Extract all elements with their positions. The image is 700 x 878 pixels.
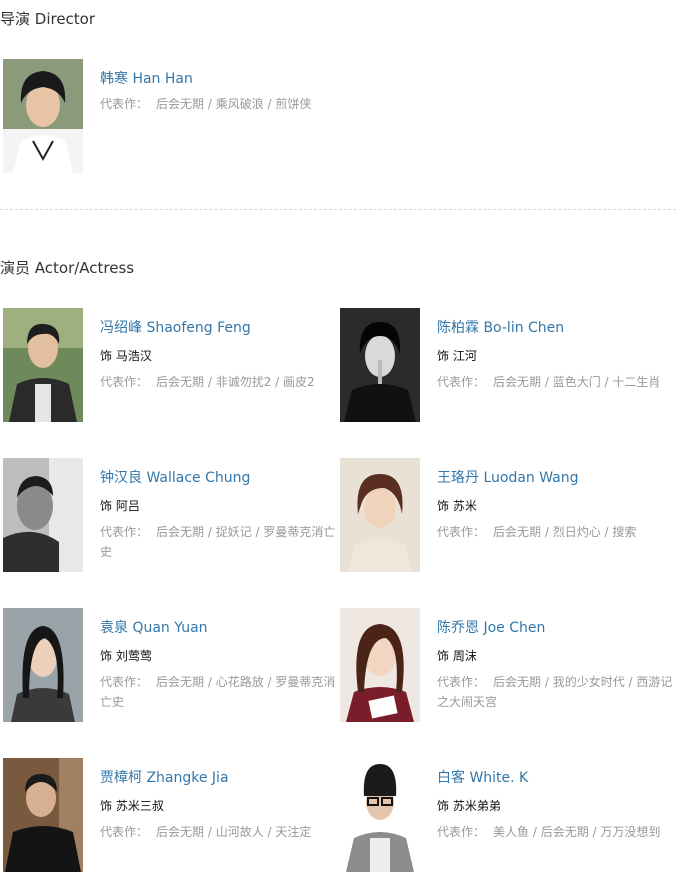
- actor-role: 饰 苏米弟弟: [437, 799, 501, 813]
- actor-card: 贾樟柯 Zhangke Jia 饰 苏米三叔 代表作： 后会无期 / 山河故人 /…: [0, 758, 330, 878]
- actor-avatar[interactable]: [340, 308, 420, 422]
- actor-role: 饰 阿吕: [100, 499, 140, 513]
- works-label: 代表作：: [437, 525, 486, 539]
- actor-avatar[interactable]: [340, 458, 420, 572]
- actor-card: 袁泉 Quan Yuan 饰 刘莺莺 代表作： 后会无期 / 心花路放 / 罗曼蒂…: [0, 608, 335, 728]
- portrait-icon: [3, 59, 83, 173]
- section-divider: [0, 209, 676, 210]
- works-label: 代表作：: [437, 675, 486, 689]
- director-avatar[interactable]: [3, 59, 83, 173]
- works-list: 后会无期 / 乘风破浪 / 煎饼侠: [156, 97, 312, 111]
- actor-card: 钟汉良 Wallace Chung 饰 阿吕 代表作： 后会无期 / 捉妖记 / …: [0, 458, 335, 578]
- works-label: 代表作：: [100, 97, 149, 111]
- portrait-icon: [3, 758, 83, 872]
- actor-name-link[interactable]: 王珞丹 Luodan Wang: [437, 467, 579, 487]
- actor-avatar[interactable]: [340, 608, 420, 722]
- works-label: 代表作：: [100, 675, 149, 689]
- portrait-icon: [340, 308, 420, 422]
- actor-role: 饰 马浩汉: [100, 349, 152, 363]
- actor-role: 饰 刘莺莺: [100, 649, 152, 663]
- actor-section-title: 演员 Actor/Actress: [0, 259, 135, 277]
- director-works: 代表作： 后会无期 / 乘风破浪 / 煎饼侠: [100, 94, 338, 114]
- works-list: 美人鱼 / 后会无期 / 万万没想到: [493, 825, 661, 839]
- actor-name-link[interactable]: 陈柏霖 Bo-lin Chen: [437, 317, 564, 337]
- director-section-title: 导演 Director: [0, 10, 96, 28]
- works-list: 后会无期 / 山河故人 / 天注定: [156, 825, 312, 839]
- portrait-icon: [3, 608, 83, 722]
- actor-works: 代表作： 后会无期 / 我的少女时代 / 西游记之大闹天宫: [437, 672, 675, 712]
- actor-name-link[interactable]: 冯绍峰 Shaofeng Feng: [100, 317, 251, 337]
- actor-card: 王珞丹 Luodan Wang 饰 苏米 代表作： 后会无期 / 烈日灼心 / 搜…: [337, 458, 667, 578]
- actor-works: 代表作： 后会无期 / 非诚勿扰2 / 画皮2: [100, 372, 338, 392]
- actor-works: 代表作： 后会无期 / 烈日灼心 / 搜索: [437, 522, 675, 542]
- portrait-icon: [340, 758, 420, 872]
- actor-name-link[interactable]: 袁泉 Quan Yuan: [100, 617, 208, 637]
- actor-name-link[interactable]: 陈乔恩 Joe Chen: [437, 617, 545, 637]
- actor-works: 代表作： 后会无期 / 蓝色大门 / 十二生肖: [437, 372, 677, 392]
- actor-works: 代表作： 后会无期 / 捉妖记 / 罗曼蒂克消亡史: [100, 522, 338, 562]
- works-label: 代表作：: [437, 375, 486, 389]
- actor-avatar[interactable]: [3, 608, 83, 722]
- works-list: 后会无期 / 蓝色大门 / 十二生肖: [493, 375, 661, 389]
- actor-avatar[interactable]: [3, 758, 83, 872]
- portrait-icon: [340, 458, 420, 572]
- actor-name-link[interactable]: 贾樟柯 Zhangke Jia: [100, 767, 229, 787]
- works-label: 代表作：: [437, 825, 486, 839]
- actor-card: 陈柏霖 Bo-lin Chen 饰 江河 代表作： 后会无期 / 蓝色大门 / 十…: [337, 308, 667, 428]
- actor-role: 饰 周沫: [437, 649, 477, 663]
- actor-works: 代表作： 后会无期 / 心花路放 / 罗曼蒂克消亡史: [100, 672, 338, 712]
- actor-name-link[interactable]: 白客 White. K: [437, 767, 528, 787]
- actor-card: 冯绍峰 Shaofeng Feng 饰 马浩汉 代表作： 后会无期 / 非诚勿扰2…: [0, 308, 330, 428]
- actor-role: 饰 苏米三叔: [100, 799, 164, 813]
- works-label: 代表作：: [100, 375, 149, 389]
- works-label: 代表作：: [100, 525, 149, 539]
- actor-avatar[interactable]: [3, 458, 83, 572]
- director-card: 韩寒 Han Han 代表作： 后会无期 / 乘风破浪 / 煎饼侠: [0, 59, 330, 179]
- actor-role: 饰 江河: [437, 349, 477, 363]
- actor-name-link[interactable]: 钟汉良 Wallace Chung: [100, 467, 250, 487]
- works-list: 后会无期 / 非诚勿扰2 / 画皮2: [156, 375, 315, 389]
- director-name-link[interactable]: 韩寒 Han Han: [100, 68, 193, 88]
- actor-avatar[interactable]: [340, 758, 420, 872]
- actor-card: 陈乔恩 Joe Chen 饰 周沫 代表作： 后会无期 / 我的少女时代 / 西游…: [337, 608, 672, 728]
- works-label: 代表作：: [100, 825, 149, 839]
- actor-avatar[interactable]: [3, 308, 83, 422]
- works-list: 后会无期 / 烈日灼心 / 搜索: [493, 525, 637, 539]
- portrait-icon: [3, 308, 83, 422]
- actor-card: 白客 White. K 饰 苏米弟弟 代表作： 美人鱼 / 后会无期 / 万万没想…: [337, 758, 667, 878]
- portrait-icon: [3, 458, 83, 572]
- actor-works: 代表作： 美人鱼 / 后会无期 / 万万没想到: [437, 822, 677, 842]
- portrait-icon: [340, 608, 420, 722]
- actor-works: 代表作： 后会无期 / 山河故人 / 天注定: [100, 822, 338, 842]
- actor-role: 饰 苏米: [437, 499, 477, 513]
